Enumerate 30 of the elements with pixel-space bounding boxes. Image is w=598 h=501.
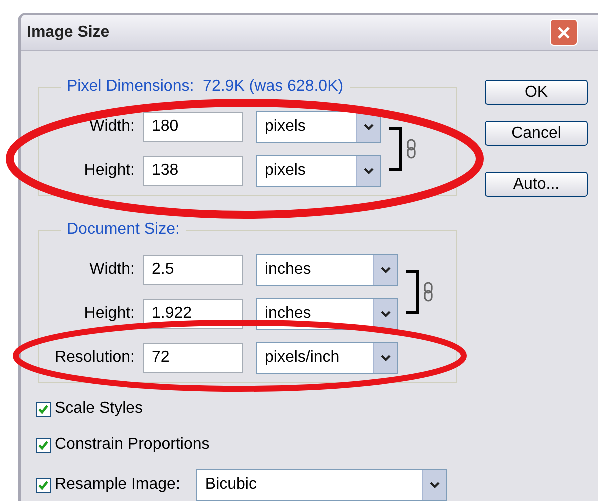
- unit-dropdown[interactable]: pixels: [256, 155, 381, 187]
- close-icon: [557, 26, 571, 40]
- dialog-button[interactable]: Auto...: [485, 172, 588, 197]
- checkbox-label: Resample Image:: [55, 475, 180, 495]
- close-button[interactable]: [550, 19, 578, 46]
- checkbox[interactable]: [36, 478, 51, 492]
- window-title: Image Size: [27, 22, 110, 42]
- field-label: Resolution:: [54, 348, 135, 368]
- checkbox[interactable]: [36, 438, 51, 452]
- unit-dropdown[interactable]: pixels/inch: [256, 342, 398, 374]
- unit-dropdown[interactable]: inches: [256, 254, 398, 286]
- field-label: Height:: [83, 161, 135, 181]
- group-heading: Document Size:: [66, 220, 181, 240]
- chain-link-icon: [407, 139, 416, 159]
- input-field[interactable]: 138: [143, 156, 243, 186]
- input-field[interactable]: 72: [143, 343, 243, 373]
- input-field[interactable]: 180: [143, 112, 243, 142]
- field-label: Width:: [88, 260, 135, 280]
- checkbox[interactable]: [36, 402, 51, 416]
- checkbox-label: Scale Styles: [55, 399, 144, 419]
- chain-link-icon: [424, 282, 433, 302]
- dialog-button[interactable]: OK: [485, 80, 588, 105]
- field-label: Width:: [88, 117, 135, 137]
- field-label: Height:: [83, 304, 135, 324]
- dialog-button[interactable]: Cancel: [485, 121, 588, 146]
- checkbox-label: Constrain Proportions: [55, 435, 210, 455]
- input-field[interactable]: 2.5: [143, 255, 243, 285]
- unit-dropdown[interactable]: Bicubic: [196, 469, 448, 501]
- group-heading: Pixel Dimensions: 72.9K (was 628.0K): [66, 77, 345, 97]
- unit-dropdown[interactable]: pixels: [256, 111, 381, 143]
